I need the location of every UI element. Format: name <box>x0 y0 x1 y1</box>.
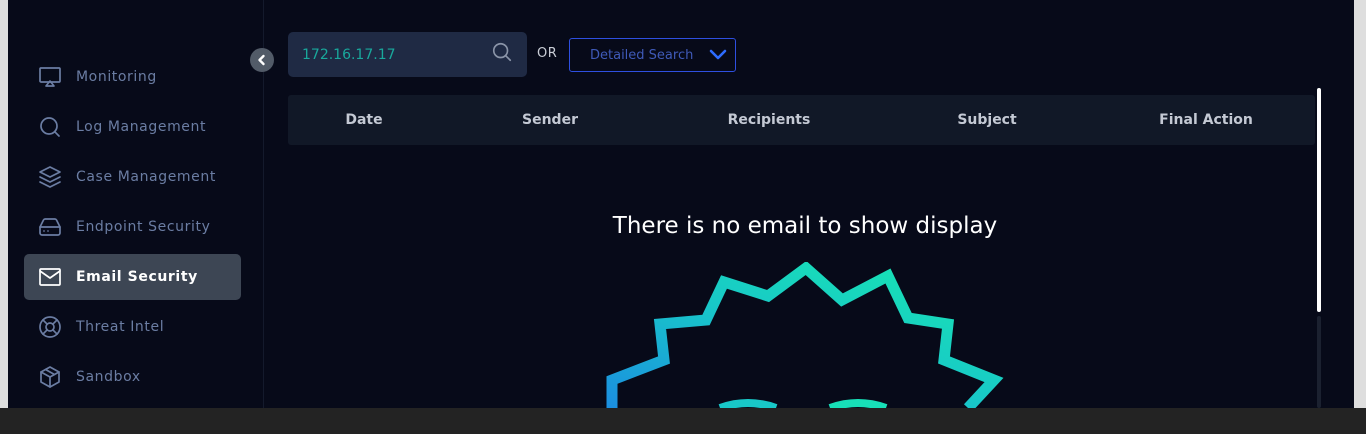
scrollbar-thumb[interactable] <box>1317 88 1321 312</box>
window-left-edge <box>0 0 8 434</box>
scrollbar-track[interactable] <box>1317 316 1321 408</box>
app-main: Monitoring Log Management Case Managemen… <box>8 0 1354 408</box>
hard-drive-icon <box>38 215 62 239</box>
sidebar-item-case-management[interactable]: Case Management <box>24 154 241 200</box>
column-header-recipients[interactable]: Recipients <box>728 95 811 145</box>
sidebar-item-label: Case Management <box>76 169 216 185</box>
search-box <box>288 32 527 77</box>
sidebar-item-label: Threat Intel <box>76 319 165 335</box>
sidebar: Monitoring Log Management Case Managemen… <box>8 0 264 408</box>
sidebar-item-log-management[interactable]: Log Management <box>24 104 241 150</box>
chevron-left-icon <box>258 54 265 66</box>
sidebar-item-label: Log Management <box>76 119 207 135</box>
sidebar-item-email-security[interactable]: Email Security <box>24 254 241 300</box>
empty-state-message: There is no email to show display <box>612 213 998 239</box>
sidebar-item-label: Email Security <box>76 269 198 285</box>
column-header-final-action[interactable]: Final Action <box>1159 95 1253 145</box>
search-icon[interactable] <box>491 41 513 68</box>
sidebar-item-monitoring[interactable]: Monitoring <box>24 54 241 100</box>
column-header-sender[interactable]: Sender <box>522 95 578 145</box>
detailed-search-dropdown[interactable]: Detailed Search <box>569 38 736 72</box>
sidebar-item-endpoint-security[interactable]: Endpoint Security <box>24 204 241 250</box>
layers-icon <box>38 165 62 189</box>
search-icon <box>38 115 62 139</box>
sidebar-item-label: Sandbox <box>76 369 141 385</box>
empty-state-illustration <box>598 262 1018 408</box>
or-label: OR <box>537 46 558 61</box>
detailed-search-label: Detailed Search <box>590 47 694 63</box>
chevron-down-icon <box>709 49 727 60</box>
mail-icon <box>38 265 62 289</box>
sidebar-collapse-button[interactable] <box>250 48 274 72</box>
sidebar-item-label: Monitoring <box>76 69 157 85</box>
monitor-icon <box>38 65 62 89</box>
lifebuoy-icon <box>38 315 62 339</box>
box-icon <box>38 365 62 389</box>
sidebar-item-sandbox[interactable]: Sandbox <box>24 354 241 400</box>
sidebar-item-threat-intel[interactable]: Threat Intel <box>24 304 241 350</box>
window-right-edge <box>1354 0 1366 434</box>
column-header-date[interactable]: Date <box>345 95 382 145</box>
sidebar-item-label: Endpoint Security <box>76 219 211 235</box>
window-bottom-strip <box>0 408 1366 434</box>
search-input[interactable] <box>302 46 491 63</box>
column-header-subject[interactable]: Subject <box>957 95 1016 145</box>
table-header: Date Sender Recipients Subject Final Act… <box>288 95 1315 145</box>
